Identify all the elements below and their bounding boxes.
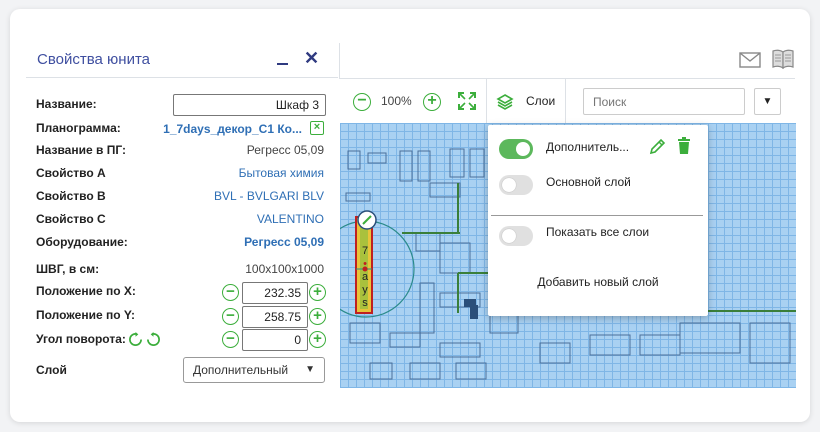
show-all-layers-label: Показать все слои — [546, 225, 650, 239]
map-toolbar: − 100% + Слои ▼ — [340, 79, 796, 123]
pos-x-field[interactable] — [242, 282, 308, 304]
fullscreen-icon[interactable] — [458, 92, 476, 110]
edit-pencil-icon[interactable] — [648, 138, 666, 156]
toolbar-divider — [565, 79, 566, 123]
name-label: Название: — [36, 97, 97, 111]
search-input[interactable] — [583, 88, 745, 115]
prop-c-value[interactable]: VALENTINO — [257, 212, 324, 226]
planogram-label: Планограмма: — [36, 121, 121, 135]
angle-increment-button[interactable]: + — [309, 331, 326, 348]
popup-divider — [491, 215, 703, 216]
layers-icon[interactable] — [496, 93, 514, 111]
unit-label: 7 • a y s — [358, 245, 372, 310]
unit-properties-panel: Свойства юнита ✕ Название: Планограмма: … — [26, 45, 338, 390]
header-divider — [339, 43, 340, 78]
layers-button[interactable]: Слои — [526, 94, 555, 108]
pg-name-value: Регресс 05,09 — [246, 143, 324, 157]
unit-label-char: • — [363, 258, 367, 270]
add-layer-button[interactable]: Добавить новый слой — [488, 275, 708, 289]
dims-value: 100x100x1000 — [245, 262, 324, 276]
book-icon[interactable] — [772, 48, 794, 70]
rotate-left-icon[interactable] — [128, 332, 143, 347]
prop-b-label: Свойство B — [36, 189, 106, 203]
show-all-layers-toggle[interactable] — [499, 226, 533, 246]
toggle-knob — [502, 229, 516, 243]
toolbar-divider — [486, 79, 487, 123]
unit-label-char: 7 — [361, 245, 369, 257]
pos-y-decrement-button[interactable]: − — [222, 308, 239, 325]
prop-a-label: Свойство А — [36, 166, 106, 180]
search-dropdown-button[interactable]: ▼ — [754, 88, 781, 115]
toggle-knob — [502, 178, 516, 192]
layer-toggle-additional[interactable] — [499, 139, 533, 159]
trash-icon[interactable] — [676, 137, 692, 155]
unit-label-char: a — [361, 271, 369, 283]
close-button[interactable]: ✕ — [304, 48, 319, 69]
equipment-link[interactable]: Регресс 05,09 — [244, 235, 324, 249]
mail-icon[interactable] — [739, 52, 761, 68]
zoom-out-button[interactable]: − — [353, 93, 371, 111]
layer-name-additional: Дополнитель... — [546, 140, 630, 154]
pg-name-label: Название в ПГ: — [36, 143, 126, 157]
unit-label-char: y — [362, 284, 368, 296]
clear-planogram-icon[interactable]: × — [310, 121, 324, 135]
zoom-level: 100% — [381, 94, 412, 108]
equipment-label: Оборудование: — [36, 235, 128, 249]
dims-label: ШВГ, в см: — [36, 262, 100, 276]
angle-decrement-button[interactable]: − — [222, 331, 239, 348]
layers-popup: Дополнитель... Основной слой Показать вс… — [488, 125, 708, 316]
pos-x-label: Положение по X: — [36, 284, 136, 298]
prop-b-value[interactable]: BVL - BVLGARI BLV — [214, 189, 324, 203]
panel-title: Свойства юнита — [37, 51, 150, 68]
panel-header: Свойства юнита ✕ — [26, 45, 338, 78]
planogram-link[interactable]: 1_7days_декор_C1 Ко... — [163, 122, 302, 136]
angle-field[interactable] — [242, 329, 308, 351]
pos-y-increment-button[interactable]: + — [309, 308, 326, 325]
pos-y-label: Положение по Y: — [36, 308, 135, 322]
prop-a-value[interactable]: Бытовая химия — [239, 166, 324, 180]
layer-select-value: Дополнительный — [193, 363, 289, 377]
pos-x-decrement-button[interactable]: − — [222, 284, 239, 301]
rotate-right-icon[interactable] — [146, 332, 161, 347]
angle-label: Угол поворота: — [36, 332, 126, 346]
unit-label-char: s — [362, 297, 368, 309]
minimize-button[interactable] — [276, 48, 290, 66]
zoom-in-button[interactable]: + — [423, 93, 441, 111]
prop-c-label: Свойство C — [36, 212, 106, 226]
layer-toggle-main[interactable] — [499, 175, 533, 195]
name-field[interactable] — [173, 94, 326, 116]
layer-select[interactable]: Дополнительный ▼ — [183, 357, 325, 383]
pos-x-increment-button[interactable]: + — [309, 284, 326, 301]
layer-label: Слой — [36, 363, 67, 377]
caret-down-icon: ▼ — [305, 364, 315, 375]
toggle-knob — [516, 142, 530, 156]
pos-y-field[interactable] — [242, 306, 308, 328]
layer-name-main: Основной слой — [546, 175, 631, 189]
